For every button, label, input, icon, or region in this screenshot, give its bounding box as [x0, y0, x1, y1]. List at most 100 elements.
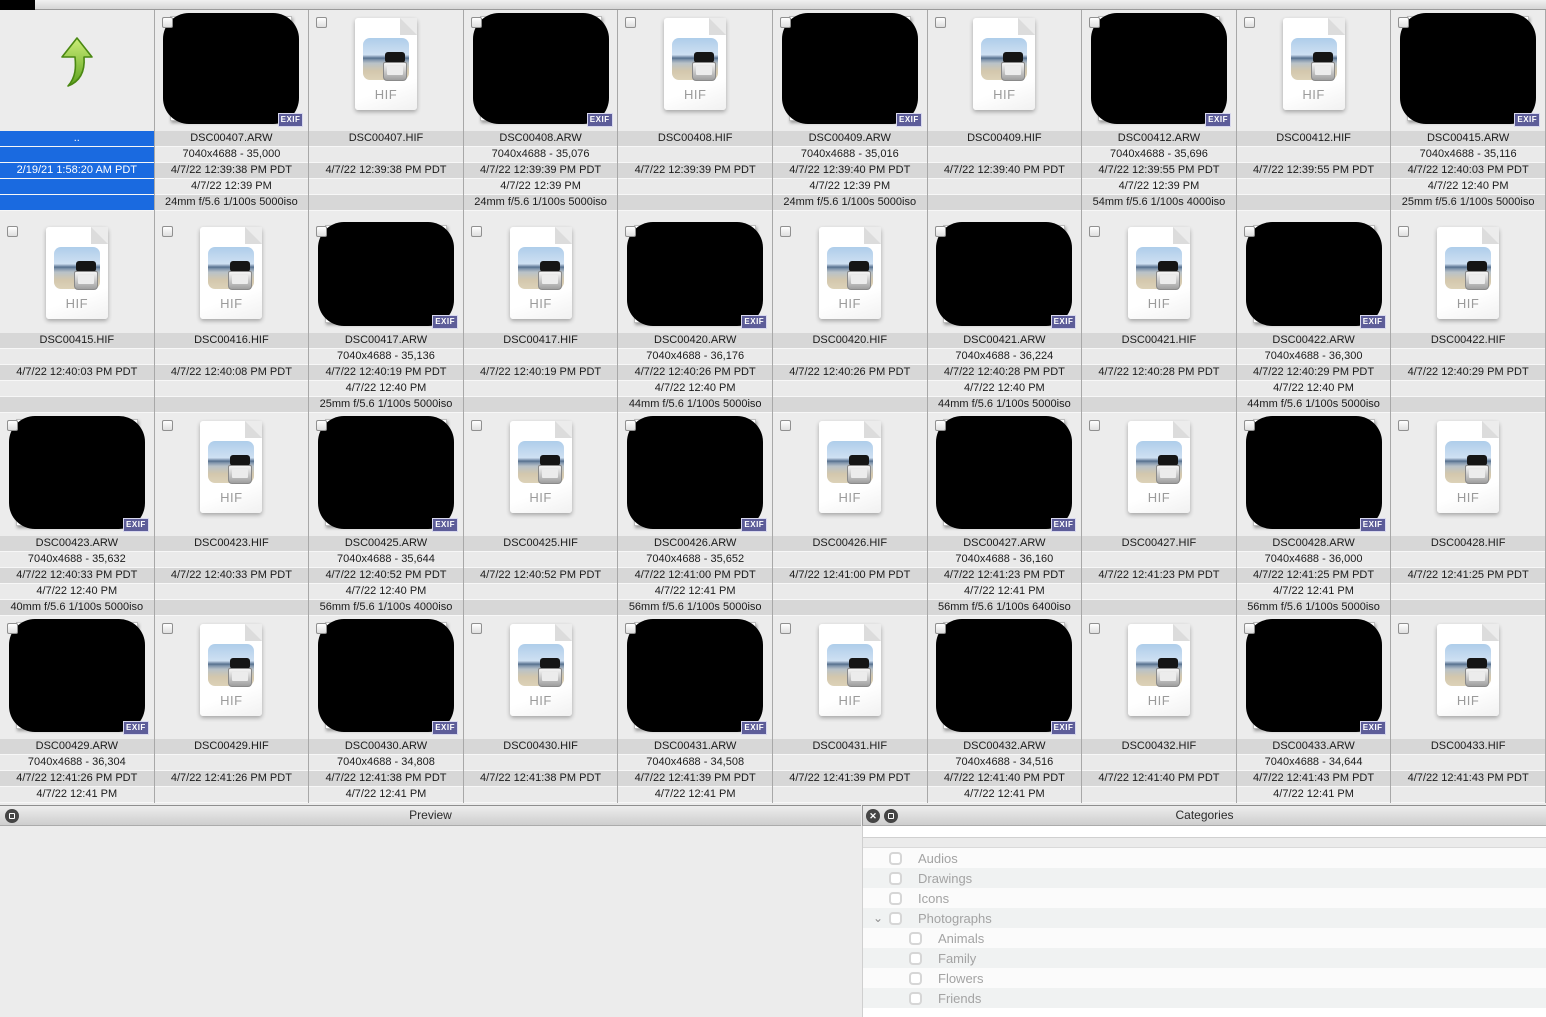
category-checkbox[interactable]: [889, 891, 902, 905]
file-cell[interactable]: EXIF DSC00412.ARW 7040x4688 - 35,696 4/7…: [1082, 10, 1237, 219]
file-cell[interactable]: EXIF DSC00431.ARW 7040x4688 - 34,508 4/7…: [618, 616, 773, 803]
file-checkbox[interactable]: [470, 623, 482, 634]
category-checkbox[interactable]: [889, 911, 902, 925]
category-row[interactable]: ⌄ Audios: [863, 848, 1546, 868]
file-checkbox[interactable]: [1089, 623, 1101, 634]
file-cell[interactable]: EXIF DSC00423.ARW 7040x4688 - 35,632 4/7…: [0, 413, 155, 616]
file-cell[interactable]: EXIF DSC00409.ARW 7040x4688 - 35,016 4/7…: [772, 10, 928, 219]
file-cell[interactable]: EXIF DSC00415.ARW 7040x4688 - 35,116 4/7…: [1391, 10, 1546, 219]
file-cell[interactable]: HIF DSC00416.HIF 4/7/22 12:40:08 PM PDT: [154, 219, 310, 413]
file-checkbox[interactable]: [625, 17, 637, 28]
file-cell[interactable]: EXIF DSC00432.ARW 7040x4688 - 34,516 4/7…: [927, 616, 1083, 803]
file-cell[interactable]: EXIF DSC00430.ARW 7040x4688 - 34,808 4/7…: [309, 616, 464, 803]
file-cell[interactable]: EXIF DSC00420.ARW 7040x4688 - 36,176 4/7…: [618, 219, 773, 413]
file-cell[interactable]: HIF DSC00422.HIF 4/7/22 12:40:29 PM PDT: [1391, 219, 1546, 413]
file-checkbox[interactable]: [1398, 226, 1410, 237]
category-row[interactable]: ⌄ Drawings: [863, 868, 1546, 888]
file-checkbox[interactable]: [1243, 623, 1255, 634]
file-cell[interactable]: EXIF DSC00427.ARW 7040x4688 - 36,160 4/7…: [927, 413, 1083, 616]
file-cell[interactable]: HIF DSC00427.HIF 4/7/22 12:41:23 PM PDT: [1082, 413, 1237, 616]
file-cell[interactable]: HIF DSC00420.HIF 4/7/22 12:40:26 PM PDT: [772, 219, 928, 413]
file-checkbox[interactable]: [470, 226, 482, 237]
file-cell[interactable]: HIF DSC00421.HIF 4/7/22 12:40:28 PM PDT: [1082, 219, 1237, 413]
file-checkbox[interactable]: [1398, 420, 1410, 431]
file-checkbox[interactable]: [1243, 420, 1255, 431]
file-checkbox[interactable]: [625, 420, 637, 431]
file-checkbox[interactable]: [1089, 420, 1101, 431]
file-checkbox[interactable]: [161, 226, 173, 237]
file-checkbox[interactable]: [1243, 226, 1255, 237]
category-checkbox[interactable]: [909, 931, 922, 945]
category-row[interactable]: ⌄ Photographs: [863, 908, 1546, 928]
file-checkbox[interactable]: [161, 623, 173, 634]
file-checkbox[interactable]: [7, 226, 18, 237]
file-cell[interactable]: HIF DSC00409.HIF 4/7/22 12:39:40 PM PDT: [927, 10, 1083, 219]
file-checkbox[interactable]: [1089, 226, 1101, 237]
file-cell[interactable]: EXIF DSC00422.ARW 7040x4688 - 36,300 4/7…: [1236, 219, 1392, 413]
file-cell[interactable]: HIF DSC00412.HIF 4/7/22 12:39:55 PM PDT: [1236, 10, 1392, 219]
category-row[interactable]: ⌄ Animals: [863, 928, 1546, 948]
file-cell[interactable]: EXIF DSC00428.ARW 7040x4688 - 36,000 4/7…: [1236, 413, 1392, 616]
file-cell[interactable]: HIF DSC00431.HIF 4/7/22 12:41:39 PM PDT: [772, 616, 928, 803]
file-cell[interactable]: HIF DSC00433.HIF 4/7/22 12:41:43 PM PDT: [1391, 616, 1546, 803]
category-row[interactable]: ⌄ Family: [863, 948, 1546, 968]
category-row[interactable]: ⌄ Friends: [863, 988, 1546, 1008]
file-checkbox[interactable]: [625, 226, 637, 237]
chevron-down-icon[interactable]: ⌄: [871, 912, 885, 924]
file-checkbox[interactable]: [779, 420, 791, 431]
category-row[interactable]: ⌄ Flowers: [863, 968, 1546, 988]
file-cell[interactable]: HIF DSC00408.HIF 4/7/22 12:39:39 PM PDT: [618, 10, 773, 219]
file-cell[interactable]: HIF DSC00430.HIF 4/7/22 12:41:38 PM PDT: [463, 616, 619, 803]
file-checkbox[interactable]: [779, 226, 791, 237]
file-checkbox[interactable]: [1243, 17, 1255, 28]
category-checkbox[interactable]: [889, 851, 902, 865]
file-checkbox[interactable]: [1398, 17, 1410, 28]
category-checkbox[interactable]: [909, 971, 922, 985]
file-cell[interactable]: EXIF DSC00433.ARW 7040x4688 - 34,644 4/7…: [1236, 616, 1392, 803]
file-checkbox[interactable]: [161, 17, 173, 28]
undock-panel-icon[interactable]: [5, 809, 19, 823]
file-checkbox[interactable]: [316, 226, 328, 237]
file-checkbox[interactable]: [934, 420, 946, 431]
parent-dir-cell[interactable]: .. 2/19/21 1:58:20 AM PDT: [0, 10, 155, 219]
file-cell[interactable]: EXIF DSC00408.ARW 7040x4688 - 35,076 4/7…: [463, 10, 619, 219]
undock-panel-icon[interactable]: [884, 809, 898, 823]
file-cell[interactable]: HIF DSC00425.HIF 4/7/22 12:40:52 PM PDT: [463, 413, 619, 616]
file-cell[interactable]: HIF DSC00407.HIF 4/7/22 12:39:38 PM PDT: [309, 10, 464, 219]
file-cell[interactable]: HIF DSC00423.HIF 4/7/22 12:40:33 PM PDT: [154, 413, 310, 616]
file-checkbox[interactable]: [1398, 623, 1410, 634]
file-checkbox[interactable]: [625, 623, 637, 634]
file-checkbox[interactable]: [7, 623, 18, 634]
file-checkbox[interactable]: [934, 623, 946, 634]
file-checkbox[interactable]: [934, 17, 946, 28]
file-checkbox[interactable]: [161, 420, 173, 431]
file-cell[interactable]: EXIF DSC00425.ARW 7040x4688 - 35,644 4/7…: [309, 413, 464, 616]
file-checkbox[interactable]: [7, 420, 18, 431]
file-checkbox[interactable]: [779, 623, 791, 634]
file-checkbox[interactable]: [316, 420, 328, 431]
file-cell[interactable]: HIF DSC00426.HIF 4/7/22 12:41:00 PM PDT: [772, 413, 928, 616]
file-cell[interactable]: EXIF DSC00417.ARW 7040x4688 - 35,136 4/7…: [309, 219, 464, 413]
file-cell[interactable]: HIF DSC00429.HIF 4/7/22 12:41:26 PM PDT: [154, 616, 310, 803]
file-checkbox[interactable]: [316, 623, 328, 634]
category-checkbox[interactable]: [909, 951, 922, 965]
file-cell[interactable]: HIF DSC00428.HIF 4/7/22 12:41:25 PM PDT: [1391, 413, 1546, 616]
category-row[interactable]: ⌄ Icons: [863, 888, 1546, 908]
file-checkbox[interactable]: [470, 420, 482, 431]
file-cell[interactable]: HIF DSC00415.HIF 4/7/22 12:40:03 PM PDT: [0, 219, 155, 413]
category-checkbox[interactable]: [909, 991, 922, 1005]
file-cell[interactable]: EXIF DSC00426.ARW 7040x4688 - 35,652 4/7…: [618, 413, 773, 616]
category-checkbox[interactable]: [889, 871, 902, 885]
file-checkbox[interactable]: [779, 17, 791, 28]
file-thumb-area: EXIF: [309, 413, 463, 536]
file-cell[interactable]: HIF DSC00417.HIF 4/7/22 12:40:19 PM PDT: [463, 219, 619, 413]
close-panel-icon[interactable]: ✕: [866, 809, 880, 823]
file-checkbox[interactable]: [470, 17, 482, 28]
file-cell[interactable]: HIF DSC00432.HIF 4/7/22 12:41:40 PM PDT: [1082, 616, 1237, 803]
file-cell[interactable]: EXIF DSC00421.ARW 7040x4688 - 36,224 4/7…: [927, 219, 1083, 413]
file-cell[interactable]: EXIF DSC00429.ARW 7040x4688 - 36,304 4/7…: [0, 616, 155, 803]
file-checkbox[interactable]: [316, 17, 328, 28]
file-cell[interactable]: EXIF DSC00407.ARW 7040x4688 - 35,000 4/7…: [154, 10, 310, 219]
file-checkbox[interactable]: [1089, 17, 1101, 28]
file-checkbox[interactable]: [934, 226, 946, 237]
